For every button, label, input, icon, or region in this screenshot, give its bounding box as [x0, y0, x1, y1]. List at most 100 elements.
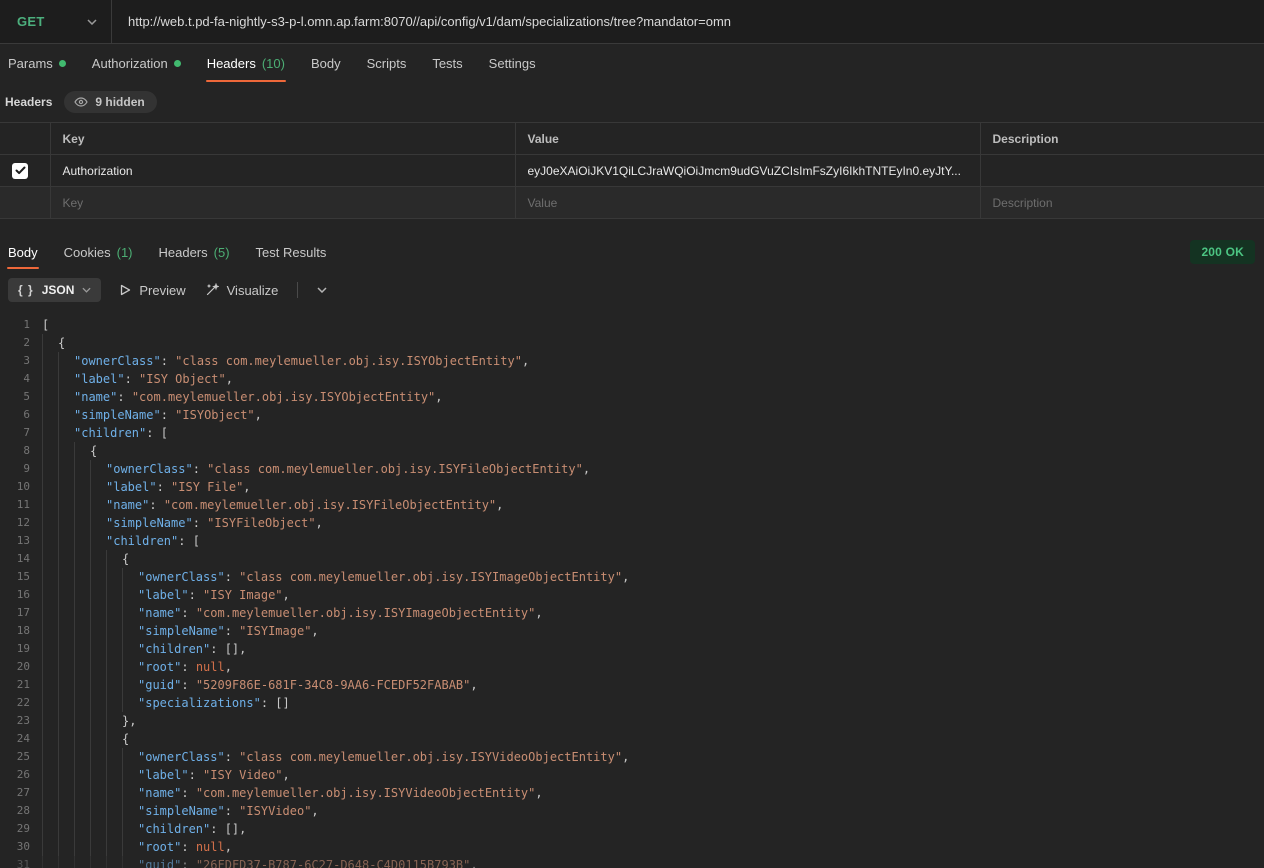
- tab-label: Headers: [159, 245, 208, 260]
- code-line: 14{: [0, 550, 1264, 568]
- code-line: 2{: [0, 334, 1264, 352]
- line-number: 2: [0, 334, 42, 352]
- indent-guide: [58, 820, 74, 838]
- indent-guide: [58, 622, 74, 640]
- request-tab-scripts[interactable]: Scripts: [364, 44, 410, 82]
- line-number: 27: [0, 784, 42, 802]
- toolbar-divider: [297, 282, 298, 298]
- response-tab-cookies[interactable]: Cookies(1): [61, 235, 136, 269]
- indent-guide: [90, 658, 106, 676]
- indent-guide: [74, 856, 90, 868]
- table-row-empty: Key Value Description: [0, 187, 1264, 219]
- indent-guide: [42, 766, 58, 784]
- code-line: 29"children": [],: [0, 820, 1264, 838]
- indent-guide: [42, 784, 58, 802]
- indent-guide: [74, 694, 90, 712]
- line-content: "simpleName": "ISYImage",: [42, 622, 1264, 640]
- hidden-headers-badge[interactable]: 9 hidden: [64, 91, 156, 113]
- description-cell[interactable]: [980, 155, 1264, 187]
- code-line: 11"name": "com.meylemueller.obj.isy.ISYF…: [0, 496, 1264, 514]
- indent-guide: [106, 676, 122, 694]
- response-body-code[interactable]: 1[2{3"ownerClass": "class com.meylemuell…: [0, 311, 1264, 868]
- line-number: 21: [0, 676, 42, 694]
- request-tabs: Params Authorization Headers(10) Body Script…: [0, 44, 1264, 82]
- indent-guide: [74, 676, 90, 694]
- line-content: "label": "ISY Image",: [42, 586, 1264, 604]
- indent-guide: [42, 676, 58, 694]
- preview-button[interactable]: Preview: [120, 283, 185, 298]
- indent-guide: [42, 658, 58, 676]
- indent-guide: [42, 748, 58, 766]
- code-line: 21"guid": "5209F86E-681F-34C8-9AA6-FCEDF…: [0, 676, 1264, 694]
- line-number: 28: [0, 802, 42, 820]
- indent-guide: [90, 712, 106, 730]
- indent-guide: [58, 748, 74, 766]
- line-number: 18: [0, 622, 42, 640]
- indent-guide: [58, 838, 74, 856]
- line-content: "children": [: [42, 532, 1264, 550]
- tab-count: (5): [214, 245, 230, 260]
- request-tab-authorization[interactable]: Authorization: [89, 44, 184, 82]
- line-content: "children": [],: [42, 820, 1264, 838]
- key-cell[interactable]: Authorization: [50, 155, 515, 187]
- line-content: "guid": "26FDFD37-B787-6C27-D648-C4D0115…: [42, 856, 1264, 868]
- code-line: 22"specializations": []: [0, 694, 1264, 712]
- code-line: 20"root": null,: [0, 658, 1264, 676]
- indent-guide: [122, 856, 138, 868]
- tab-label: Tests: [432, 56, 462, 71]
- response-tab-test-results[interactable]: Test Results: [253, 235, 330, 269]
- description-input-placeholder[interactable]: Description: [980, 187, 1264, 219]
- url-input[interactable]: http://web.t.pd-fa-nightly-s3-p-l.omn.ap…: [112, 14, 1264, 29]
- method-selector[interactable]: GET: [0, 0, 112, 43]
- visualize-button[interactable]: Visualize: [205, 283, 279, 298]
- indent-guide: [42, 820, 58, 838]
- json-format-button[interactable]: { } JSON: [8, 278, 101, 302]
- indent-guide: [106, 658, 122, 676]
- indent-guide: [42, 640, 58, 658]
- indent-guide: [74, 532, 90, 550]
- indent-guide: [42, 532, 58, 550]
- indent-guide: [90, 784, 106, 802]
- indent-guide: [42, 442, 58, 460]
- response-tab-headers[interactable]: Headers (5): [156, 235, 233, 269]
- indent-guide: [122, 820, 138, 838]
- request-tab-tests[interactable]: Tests: [429, 44, 465, 82]
- code-line: 26"label": "ISY Video",: [0, 766, 1264, 784]
- value-input-placeholder[interactable]: Value: [515, 187, 980, 219]
- more-options-chevron-icon[interactable]: [317, 287, 327, 293]
- code-line: 6"simpleName": "ISYObject",: [0, 406, 1264, 424]
- key-input-placeholder[interactable]: Key: [50, 187, 515, 219]
- format-label: JSON: [42, 283, 75, 297]
- indent-guide: [90, 622, 106, 640]
- row-checkbox[interactable]: [12, 163, 28, 179]
- indent-guide: [58, 352, 74, 370]
- indent-guide: [122, 694, 138, 712]
- indent-guide: [74, 838, 90, 856]
- indent-guide: [90, 514, 106, 532]
- indent-guide: [58, 658, 74, 676]
- preview-play-icon: [120, 284, 131, 296]
- code-line: 12"simpleName": "ISYFileObject",: [0, 514, 1264, 532]
- line-number: 5: [0, 388, 42, 406]
- request-tab-body[interactable]: Body: [308, 44, 344, 82]
- value-cell[interactable]: eyJ0eXAiOiJKV1QiLCJraWQiOiJmcm9udGVuZCIs…: [515, 155, 980, 187]
- indent-guide: [74, 568, 90, 586]
- indent-guide: [58, 370, 74, 388]
- request-tab-headers[interactable]: Headers(10): [204, 44, 288, 82]
- code-line: 19"children": [],: [0, 640, 1264, 658]
- code-line: 30"root": null,: [0, 838, 1264, 856]
- response-tab-body[interactable]: Body: [5, 235, 41, 269]
- table-row: Authorization eyJ0eXAiOiJKV1QiLCJraWQiOi…: [0, 155, 1264, 187]
- indent-guide: [122, 604, 138, 622]
- indent-guide: [90, 694, 106, 712]
- code-line: 3"ownerClass": "class com.meylemueller.o…: [0, 352, 1264, 370]
- indent-guide: [90, 766, 106, 784]
- indent-guide: [90, 856, 106, 868]
- request-tab-params[interactable]: Params: [5, 44, 69, 82]
- indent-guide: [42, 586, 58, 604]
- line-number: 14: [0, 550, 42, 568]
- response-tabs: Body Cookies(1) Headers (5) Test Results: [0, 235, 349, 269]
- line-content: "root": null,: [42, 838, 1264, 856]
- indent-guide: [106, 640, 122, 658]
- request-tab-settings[interactable]: Settings: [486, 44, 539, 82]
